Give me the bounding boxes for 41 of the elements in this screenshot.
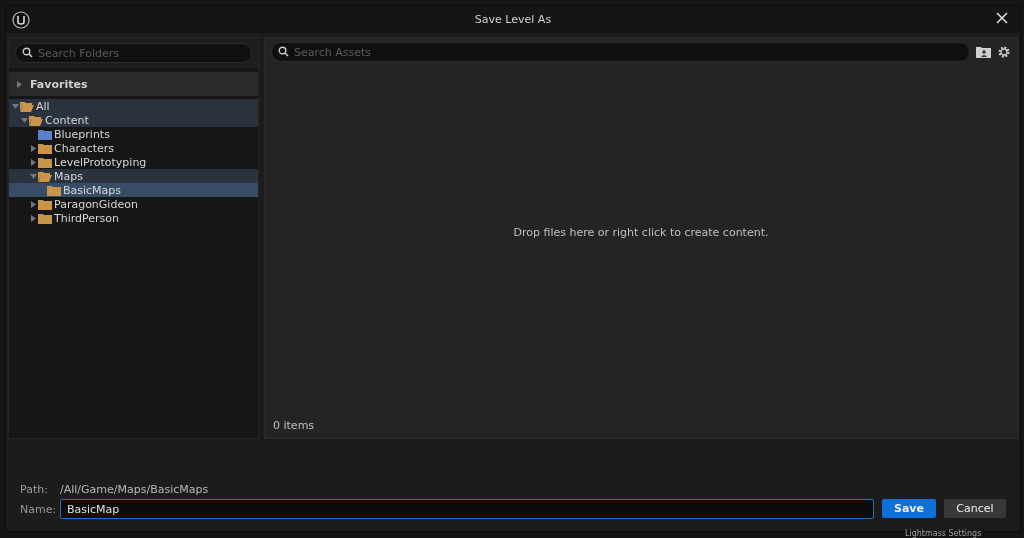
window-title: Save Level As bbox=[474, 13, 552, 26]
expand-arrow-icon[interactable] bbox=[29, 213, 38, 223]
name-label: Name: bbox=[20, 502, 58, 516]
open-folder-icon bbox=[20, 100, 34, 112]
collapse-arrow-icon[interactable] bbox=[20, 115, 29, 125]
folder-tree-item[interactable]: All bbox=[9, 99, 258, 113]
search-icon bbox=[22, 47, 33, 58]
path-label: Path: bbox=[20, 483, 49, 496]
expand-arrow-icon[interactable] bbox=[15, 79, 24, 89]
folder-tree-item[interactable]: LevelPrototyping bbox=[9, 155, 258, 169]
empty-message: Drop files here or right click to create content. bbox=[513, 226, 769, 239]
folder-tree-item[interactable]: BasicMaps bbox=[9, 183, 258, 197]
folder-icon bbox=[38, 212, 52, 224]
folder-icon bbox=[38, 142, 52, 154]
folder-tree-item[interactable]: ParagonGideon bbox=[9, 197, 258, 211]
save-button[interactable]: Save bbox=[882, 499, 936, 518]
search-field[interactable]: Search Folders bbox=[15, 43, 252, 63]
item-count: 0 items bbox=[272, 419, 316, 434]
expand-arrow-icon[interactable] bbox=[29, 143, 38, 153]
panel-label: Lightmass Settings bbox=[905, 529, 982, 538]
cancel-button[interactable]: Cancel bbox=[944, 499, 1006, 518]
folder-tree-item[interactable]: Blueprints bbox=[9, 127, 258, 141]
folder-tree-item[interactable]: Maps bbox=[9, 169, 258, 183]
folder-tree-item[interactable]: Characters bbox=[9, 141, 258, 155]
expand-arrow-icon[interactable] bbox=[29, 199, 38, 209]
collapse-arrow-icon[interactable] bbox=[11, 101, 20, 111]
folder-tree-item[interactable]: ThirdPerson bbox=[9, 211, 258, 225]
folder-icon[interactable] bbox=[976, 46, 991, 58]
name-field[interactable]: BasicMap bbox=[60, 499, 874, 519]
favorites-header[interactable]: Favorites bbox=[9, 72, 258, 96]
path-value: /All/Game/Maps/BasicMaps bbox=[60, 483, 210, 496]
expand-arrow-icon[interactable] bbox=[29, 157, 38, 167]
open-folder-icon bbox=[38, 170, 52, 182]
close-button[interactable] bbox=[994, 10, 1010, 26]
collapse-arrow-icon[interactable] bbox=[29, 171, 38, 181]
search-icon bbox=[278, 46, 289, 57]
settings-icon[interactable] bbox=[997, 45, 1011, 59]
logo-icon bbox=[12, 11, 30, 29]
open-folder-icon bbox=[29, 114, 43, 126]
folder-tree-item[interactable]: Content bbox=[9, 113, 258, 127]
search-field[interactable]: Search Assets bbox=[271, 42, 970, 62]
